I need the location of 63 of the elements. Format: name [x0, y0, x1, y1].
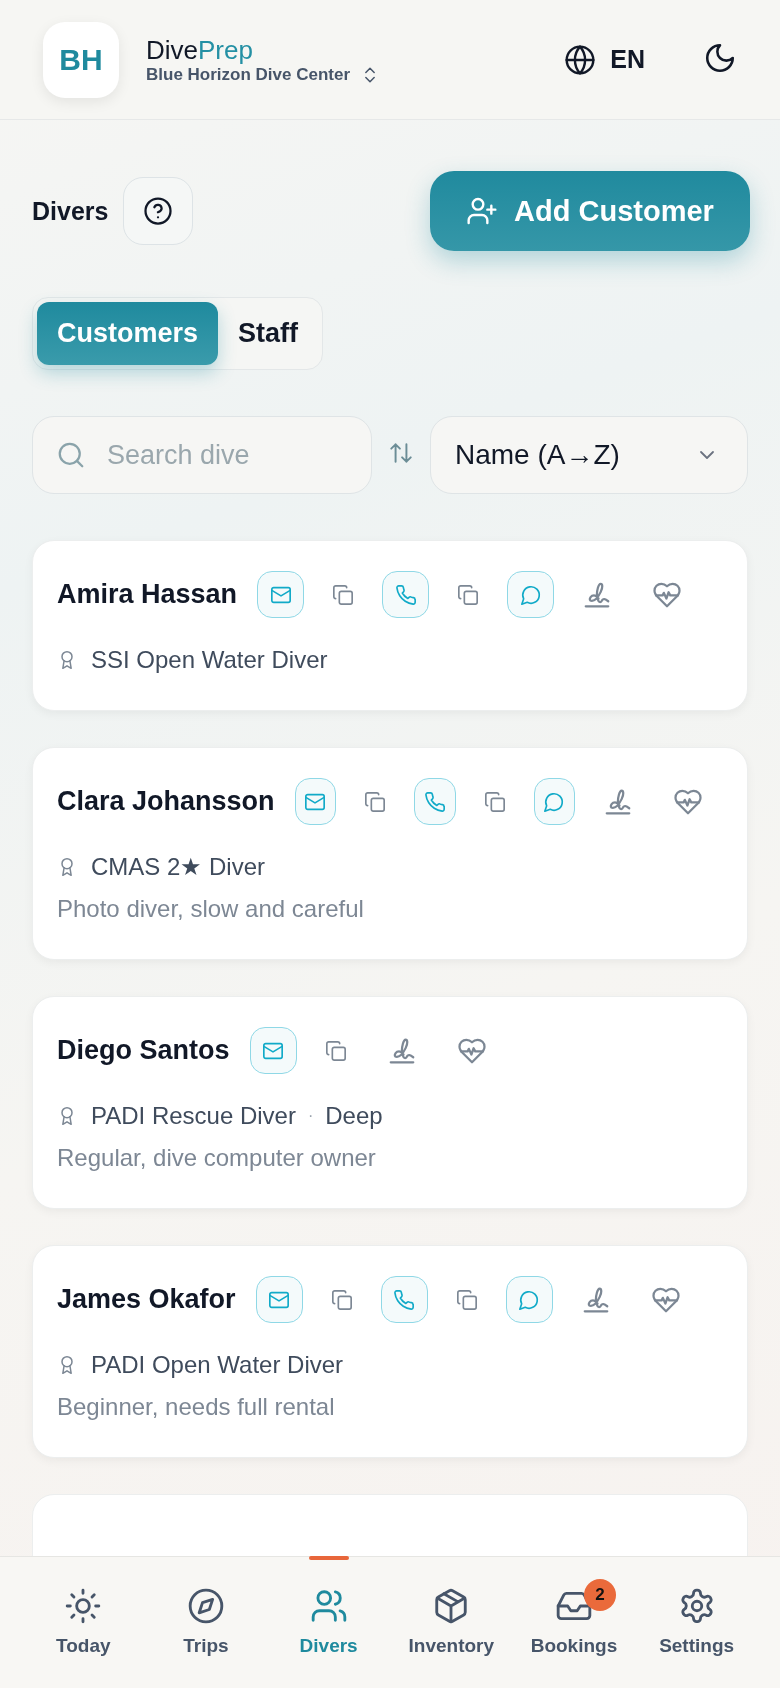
- chat-bubble-icon: [519, 583, 542, 606]
- customer-name: James Okafor: [57, 1284, 236, 1315]
- nav-item[interactable]: Trips: [148, 1557, 264, 1688]
- help-icon: [143, 196, 174, 226]
- phone-icon: [393, 1288, 416, 1311]
- chat-bubble-icon: [543, 790, 566, 813]
- call-button[interactable]: [414, 778, 456, 825]
- nav-item[interactable]: Inventory: [393, 1557, 510, 1688]
- certification: SSI Open Water Diver: [91, 646, 328, 674]
- active-indicator: [308, 1556, 349, 1560]
- sort-icon: [388, 440, 414, 466]
- phone-icon: [394, 583, 417, 606]
- email-button[interactable]: [257, 571, 305, 618]
- globe-icon: [564, 43, 597, 76]
- nav-item[interactable]: Divers: [270, 1557, 387, 1688]
- help-button[interactable]: [123, 177, 194, 245]
- certification: CMAS 2★ Diver: [91, 853, 266, 881]
- tab[interactable]: Staff: [218, 302, 319, 365]
- customer-note: Photo diver, slow and careful: [57, 895, 365, 923]
- customer-note: Regular, dive computer owner: [57, 1144, 377, 1172]
- customer-name: Clara Johansson: [57, 786, 275, 817]
- nav-item[interactable]: Bookings 2: [515, 1557, 632, 1688]
- chat-bubble-icon: [518, 1288, 541, 1311]
- language-button[interactable]: EN: [564, 43, 645, 76]
- customer-note: Beginner, needs full rental: [57, 1393, 336, 1421]
- email-button[interactable]: [294, 778, 337, 825]
- copy-icon[interactable]: [324, 1039, 347, 1062]
- page-title: Divers: [32, 196, 109, 226]
- count-badge: 2: [583, 1579, 616, 1611]
- copy-icon[interactable]: [330, 1288, 353, 1311]
- certification: PADI Rescue Diver: [91, 1102, 296, 1130]
- specialty: Deep: [325, 1102, 383, 1130]
- message-button[interactable]: [505, 1276, 553, 1323]
- call-button[interactable]: [382, 571, 430, 618]
- nav-item[interactable]: Settings: [638, 1557, 755, 1688]
- copy-icon[interactable]: [364, 790, 387, 813]
- email-button[interactable]: [249, 1027, 297, 1074]
- nav-item[interactable]: Today: [25, 1557, 142, 1688]
- users-icon: [309, 1587, 348, 1625]
- message-button[interactable]: [533, 778, 575, 825]
- sort-dropdown[interactable]: Name (A→Z): [430, 416, 748, 494]
- copy-icon[interactable]: [332, 583, 355, 606]
- copy-icon[interactable]: [455, 1288, 478, 1311]
- logo: BH: [43, 21, 119, 98]
- message-button[interactable]: [507, 571, 555, 618]
- phone-icon: [423, 790, 446, 813]
- customer-name: Diego Santos: [57, 1035, 230, 1066]
- customer-name: Amira Hassan: [57, 579, 238, 610]
- search-icon: [56, 440, 86, 470]
- copy-icon[interactable]: [483, 790, 506, 813]
- separator-dot: ·: [307, 1107, 314, 1125]
- search-field[interactable]: Search dive: [32, 416, 372, 494]
- sun-icon: [64, 1587, 103, 1625]
- app-name: DivePrep: [146, 34, 254, 65]
- email-button[interactable]: [255, 1276, 303, 1323]
- copy-icon[interactable]: [457, 583, 480, 606]
- add-customer-button[interactable]: Add Customer: [430, 171, 750, 251]
- dive-center-name: Blue Horizon Dive Center: [146, 64, 351, 85]
- compass-icon: [187, 1587, 225, 1625]
- tab[interactable]: Customers: [37, 302, 219, 365]
- certification: PADI Open Water Diver: [91, 1351, 344, 1379]
- call-button[interactable]: [380, 1276, 428, 1323]
- user-plus-icon: [466, 195, 499, 227]
